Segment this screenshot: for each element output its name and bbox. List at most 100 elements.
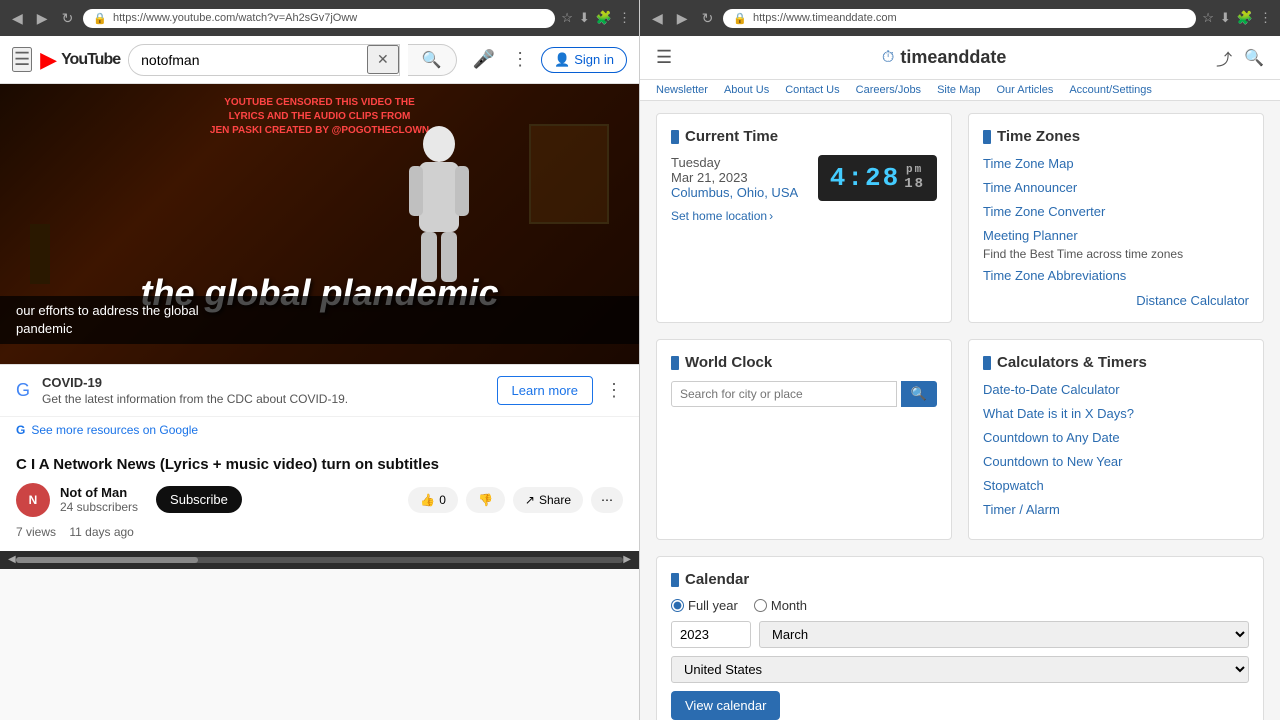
calendar-year-input[interactable] bbox=[671, 621, 751, 648]
share-button[interactable]: ↗ Share bbox=[513, 487, 583, 513]
forward-button-right[interactable]: ▶ bbox=[673, 8, 692, 29]
forward-button-left[interactable]: ▶ bbox=[33, 8, 52, 29]
list-item: Time Zone Abbreviations bbox=[983, 267, 1249, 285]
countdown-new-year-link[interactable]: Countdown to New Year bbox=[983, 454, 1122, 469]
left-arrow-icon[interactable]: ◀ bbox=[8, 554, 16, 565]
channel-name[interactable]: Not of Man bbox=[60, 485, 138, 500]
youtube-search-clear-button[interactable]: ✕ bbox=[367, 45, 399, 74]
time-info: Tuesday Mar 21, 2023 Columbus, Ohio, USA bbox=[671, 155, 798, 200]
share-icon-tad[interactable]: ⤴ bbox=[1216, 46, 1232, 70]
bottom-scrollbar-left: ◀ ▶ bbox=[0, 551, 639, 569]
set-home-location-link[interactable]: Set home location › bbox=[671, 209, 937, 223]
covid-title: COVID-19 bbox=[42, 375, 485, 390]
youtube-more-options-button[interactable]: ⋮ bbox=[511, 49, 529, 70]
list-item: Countdown to Any Date bbox=[983, 429, 1249, 447]
video-player[interactable]: YOUTUBE CENSORED THIS VIDEO THE LYRICS A… bbox=[0, 84, 639, 364]
channel-avatar: N bbox=[16, 483, 50, 517]
right-pane: ◀ ▶ ↻ 🔒 https://www.timeanddate.com ☆ ⬇ … bbox=[640, 0, 1280, 720]
subscribe-button[interactable]: Subscribe bbox=[156, 486, 242, 513]
dislike-button[interactable]: 👎 bbox=[466, 487, 505, 513]
menu-icon-right[interactable]: ⋮ bbox=[1259, 10, 1272, 26]
distance-calculator-link[interactable]: Distance Calculator bbox=[983, 293, 1249, 308]
location-link[interactable]: Columbus, Ohio, USA bbox=[671, 185, 798, 200]
back-button-left[interactable]: ◀ bbox=[8, 8, 27, 29]
world-clock-search-button[interactable]: 🔍 bbox=[901, 381, 937, 407]
silhouette-figure bbox=[399, 124, 479, 284]
countdown-any-date-link[interactable]: Countdown to Any Date bbox=[983, 430, 1120, 445]
right-arrow-icon[interactable]: ▶ bbox=[623, 554, 631, 565]
month-radio-label[interactable]: Month bbox=[754, 598, 807, 613]
calendar-country-select[interactable]: United States bbox=[671, 656, 1249, 683]
channel-subscribers: 24 subscribers bbox=[60, 500, 138, 514]
refresh-button-left[interactable]: ↻ bbox=[58, 8, 78, 29]
address-bar-left[interactable]: 🔒 https://www.youtube.com/watch?v=Ah2sGv… bbox=[83, 9, 555, 28]
calendar-select-row: March bbox=[671, 621, 1249, 648]
current-time-card: Current Time Tuesday Mar 21, 2023 Columb… bbox=[656, 113, 952, 323]
channel-row: N Not of Man 24 subscribers Subscribe 👍 … bbox=[16, 483, 623, 517]
youtube-header: ☰ ▶ YouTube ✕ 🔍 🎤 ⋮ 👤 Sign in bbox=[0, 36, 639, 84]
like-button[interactable]: 👍 0 bbox=[408, 487, 458, 513]
extensions-icon[interactable]: 🧩 bbox=[596, 10, 612, 26]
extensions-icon-right[interactable]: 🧩 bbox=[1237, 10, 1253, 26]
view-calendar-button[interactable]: View calendar bbox=[671, 691, 780, 720]
meeting-planner-link[interactable]: Meeting Planner bbox=[983, 228, 1078, 243]
time-zone-converter-link[interactable]: Time Zone Converter bbox=[983, 204, 1105, 219]
covid-more-button[interactable]: ⋮ bbox=[605, 380, 623, 401]
time-announcer-link[interactable]: Time Announcer bbox=[983, 180, 1077, 195]
download-icon[interactable]: ⬇ bbox=[579, 10, 590, 26]
youtube-signin-button[interactable]: 👤 Sign in bbox=[541, 47, 627, 73]
youtube-search-input[interactable] bbox=[129, 48, 367, 72]
nav-about[interactable]: About Us bbox=[724, 84, 769, 96]
horizontal-scrollbar-left[interactable] bbox=[16, 557, 624, 563]
youtube-menu-button[interactable]: ☰ bbox=[12, 47, 32, 72]
youtube-mic-button[interactable]: 🎤 bbox=[473, 49, 495, 70]
time-zone-abbreviations-link[interactable]: Time Zone Abbreviations bbox=[983, 268, 1126, 283]
share-icon: ↗ bbox=[525, 493, 535, 507]
search-icon-tad[interactable]: 🔍 bbox=[1244, 46, 1264, 70]
calendar-month-select[interactable]: March bbox=[759, 621, 1249, 648]
tad-site-header: ☰ ⏱ timeanddate ⤴ 🔍 bbox=[640, 36, 1280, 80]
browser-chrome-right: ◀ ▶ ↻ 🔒 https://www.timeanddate.com ☆ ⬇ … bbox=[640, 0, 1280, 36]
world-clock-search-input[interactable] bbox=[671, 381, 897, 407]
list-item: Date-to-Date Calculator bbox=[983, 381, 1249, 399]
stopwatch-link[interactable]: Stopwatch bbox=[983, 478, 1044, 493]
date-to-date-calc-link[interactable]: Date-to-Date Calculator bbox=[983, 382, 1120, 397]
month-radio[interactable] bbox=[754, 599, 767, 612]
refresh-button-right[interactable]: ↻ bbox=[698, 8, 718, 29]
what-date-link[interactable]: What Date is it in X Days? bbox=[983, 406, 1134, 421]
tad-logo: ⏱ timeanddate bbox=[684, 47, 1204, 68]
view-count: 7 views bbox=[16, 525, 56, 539]
calendar-radio-row: Full year Month bbox=[671, 598, 1249, 613]
world-clock-search: 🔍 bbox=[671, 381, 937, 407]
timer-alarm-link[interactable]: Timer / Alarm bbox=[983, 502, 1060, 517]
nav-contact[interactable]: Contact Us bbox=[785, 84, 839, 96]
full-year-radio[interactable] bbox=[671, 599, 684, 612]
youtube-search-button[interactable]: 🔍 bbox=[408, 44, 457, 76]
youtube-logo-icon: ▶ bbox=[40, 47, 57, 73]
star-icon[interactable]: ☆ bbox=[561, 10, 573, 26]
nav-account[interactable]: Account/Settings bbox=[1069, 84, 1152, 96]
nav-sitemap[interactable]: Site Map bbox=[937, 84, 980, 96]
learn-more-button[interactable]: Learn more bbox=[497, 376, 593, 405]
list-item: Time Zone Map bbox=[983, 155, 1249, 173]
browser-icons-left: ☆ ⬇ 🧩 ⋮ bbox=[561, 10, 631, 26]
more-actions-button[interactable]: ⋯ bbox=[591, 487, 623, 513]
nav-careers[interactable]: Careers/Jobs bbox=[856, 84, 921, 96]
address-bar-right[interactable]: 🔒 https://www.timeanddate.com bbox=[723, 9, 1196, 28]
video-background: YOUTUBE CENSORED THIS VIDEO THE LYRICS A… bbox=[0, 84, 639, 364]
star-icon-right[interactable]: ☆ bbox=[1202, 10, 1214, 26]
video-overlay-text: YOUTUBE CENSORED THIS VIDEO THE LYRICS A… bbox=[210, 96, 429, 138]
tad-menu-button[interactable]: ☰ bbox=[656, 47, 672, 68]
download-icon-right[interactable]: ⬇ bbox=[1220, 10, 1231, 26]
back-button-right[interactable]: ◀ bbox=[648, 8, 667, 29]
list-item: Time Zone Converter bbox=[983, 203, 1249, 221]
nav-articles[interactable]: Our Articles bbox=[996, 84, 1053, 96]
digital-clock: 4:28 pm 18 bbox=[818, 155, 937, 201]
video-subtitle-bar: our efforts to address the global pandem… bbox=[0, 296, 639, 344]
full-year-radio-label[interactable]: Full year bbox=[671, 598, 738, 613]
google-resources-link[interactable]: See more resources on Google bbox=[31, 423, 198, 437]
covid-description: Get the latest information from the CDC … bbox=[42, 392, 485, 406]
menu-icon-left[interactable]: ⋮ bbox=[618, 10, 631, 26]
time-zone-map-link[interactable]: Time Zone Map bbox=[983, 156, 1074, 171]
nav-newsletter[interactable]: Newsletter bbox=[656, 84, 708, 96]
